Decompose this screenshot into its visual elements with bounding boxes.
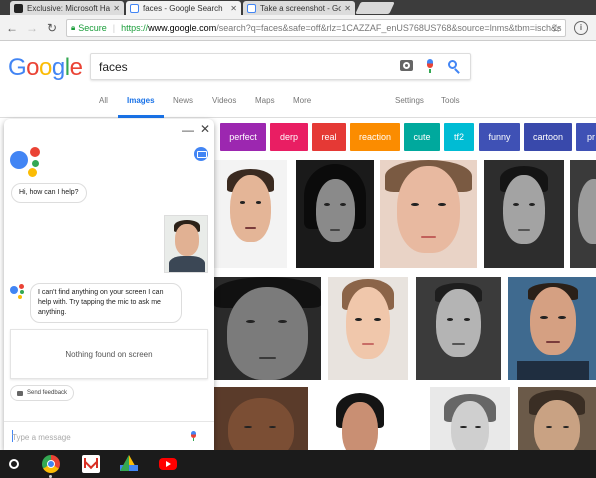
chip-reaction[interactable]: reaction xyxy=(350,123,400,151)
bookmark-star-icon[interactable]: ☆ xyxy=(551,22,561,35)
site-favicon-icon xyxy=(14,3,23,13)
tab-title: faces - Google Search xyxy=(143,3,223,13)
chip-derp[interactable]: derp xyxy=(270,123,308,151)
google-favicon-icon xyxy=(247,3,256,13)
search-box xyxy=(90,53,471,80)
nothing-found-card: Nothing found on screen xyxy=(10,329,208,379)
chip-perfect[interactable]: perfect xyxy=(220,123,266,151)
reload-icon[interactable]: ↻ xyxy=(44,20,60,36)
message-input[interactable] xyxy=(12,430,182,444)
chip-real[interactable]: real xyxy=(312,123,346,151)
browser-tab-active[interactable]: faces - Google Search ✕ xyxy=(126,1,241,15)
close-tab-icon[interactable]: ✕ xyxy=(113,4,120,13)
minimize-icon[interactable]: — xyxy=(182,123,194,137)
tools-link[interactable]: Tools xyxy=(441,96,460,105)
chip-funny[interactable]: funny xyxy=(479,123,520,151)
tab-all[interactable]: All xyxy=(99,96,108,105)
assistant-small-logo-icon xyxy=(10,284,26,300)
settings-link[interactable]: Settings xyxy=(395,96,424,105)
assistant-logo-icon xyxy=(10,147,44,177)
image-result[interactable] xyxy=(518,387,596,450)
image-result[interactable] xyxy=(296,160,374,268)
tab-news[interactable]: News xyxy=(173,96,193,105)
browser-tab-strip: Exclusive: Microsoft Ha ✕ faces - Google… xyxy=(0,0,596,15)
url-path: /search?q=faces&safe=off&rlz=1CAZZAF_enU… xyxy=(216,23,562,33)
assistant-panel: — ✕ Hi, how can I help? I can't find any… xyxy=(4,119,214,450)
tab-title: Exclusive: Microsoft Ha xyxy=(27,3,111,13)
keyboard-icon[interactable] xyxy=(194,147,208,161)
divider: | xyxy=(112,23,116,33)
url-scheme: https:// xyxy=(121,23,149,33)
google-logo[interactable]: Google xyxy=(8,54,83,82)
chip-more[interactable]: pr xyxy=(576,123,596,151)
image-result[interactable] xyxy=(416,277,501,380)
chip-cute[interactable]: cute xyxy=(404,123,440,151)
search-icon[interactable] xyxy=(448,60,462,74)
browser-tab[interactable]: Exclusive: Microsoft Ha ✕ xyxy=(10,1,124,15)
browser-tab[interactable]: Take a screenshot - Goo ✕ xyxy=(243,1,355,15)
tab-maps[interactable]: Maps xyxy=(255,96,275,105)
lock-icon: 🔒︎ xyxy=(71,23,76,32)
tab-videos[interactable]: Videos xyxy=(212,96,236,105)
chrome-app-icon[interactable] xyxy=(42,455,60,473)
image-result[interactable] xyxy=(430,387,510,450)
forward-arrow-icon[interactable]: → xyxy=(24,20,40,36)
assistant-response: I can't find anything on your screen I c… xyxy=(30,283,182,323)
search-tabs: All Images News Videos Maps More Setting… xyxy=(0,94,596,118)
search-input[interactable] xyxy=(99,59,379,75)
image-result[interactable] xyxy=(570,160,596,268)
google-favicon-icon xyxy=(130,3,139,13)
tab-more[interactable]: More xyxy=(293,96,311,105)
send-feedback-button[interactable]: Send feedback xyxy=(10,385,75,401)
chip-cartoon[interactable]: cartoon xyxy=(524,123,572,151)
google-header: Google All Images News Videos Maps More … xyxy=(0,42,596,118)
image-result[interactable] xyxy=(508,277,596,380)
back-arrow-icon[interactable]: ← xyxy=(4,20,20,36)
close-tab-icon[interactable]: ✕ xyxy=(230,4,237,13)
image-result[interactable] xyxy=(214,277,321,380)
image-result[interactable] xyxy=(320,387,400,450)
tab-images[interactable]: Images xyxy=(127,96,155,105)
close-icon[interactable]: ✕ xyxy=(200,122,210,136)
chrome-menu-icon[interactable]: i xyxy=(574,21,588,35)
launcher-icon[interactable] xyxy=(9,459,19,469)
feedback-icon xyxy=(17,390,23,396)
new-tab-button[interactable] xyxy=(355,2,395,14)
image-result[interactable] xyxy=(380,160,477,268)
image-result[interactable] xyxy=(214,387,308,450)
camera-icon[interactable] xyxy=(400,60,413,71)
active-tab-underline xyxy=(118,115,164,118)
os-shelf xyxy=(0,450,596,478)
screenshot-thumbnail[interactable] xyxy=(164,215,208,273)
assistant-greeting: Hi, how can I help? xyxy=(11,183,87,203)
secure-label: Secure xyxy=(78,23,107,33)
address-bar[interactable]: 🔒︎ Secure | https:// www.google.com /sea… xyxy=(66,19,566,37)
tab-title: Take a screenshot - Goo xyxy=(260,3,342,13)
image-results-grid xyxy=(214,160,596,450)
gmail-app-icon[interactable] xyxy=(82,455,100,473)
mic-icon[interactable] xyxy=(426,59,434,73)
assistant-input-bar xyxy=(4,421,214,450)
url-host: www.google.com xyxy=(148,23,217,33)
image-result[interactable] xyxy=(484,160,564,268)
browser-toolbar: ← → ↻ 🔒︎ Secure | https:// www.google.co… xyxy=(0,15,596,41)
youtube-app-icon[interactable] xyxy=(159,458,177,470)
related-chips: perfect derp real reaction cute tf2 funn… xyxy=(216,121,596,153)
chip-tf2[interactable]: tf2 xyxy=(444,123,474,151)
image-result[interactable] xyxy=(328,277,408,380)
close-tab-icon[interactable]: ✕ xyxy=(344,4,351,13)
image-result[interactable] xyxy=(214,160,287,268)
drive-app-icon[interactable] xyxy=(120,455,138,471)
mic-icon[interactable] xyxy=(191,431,196,441)
